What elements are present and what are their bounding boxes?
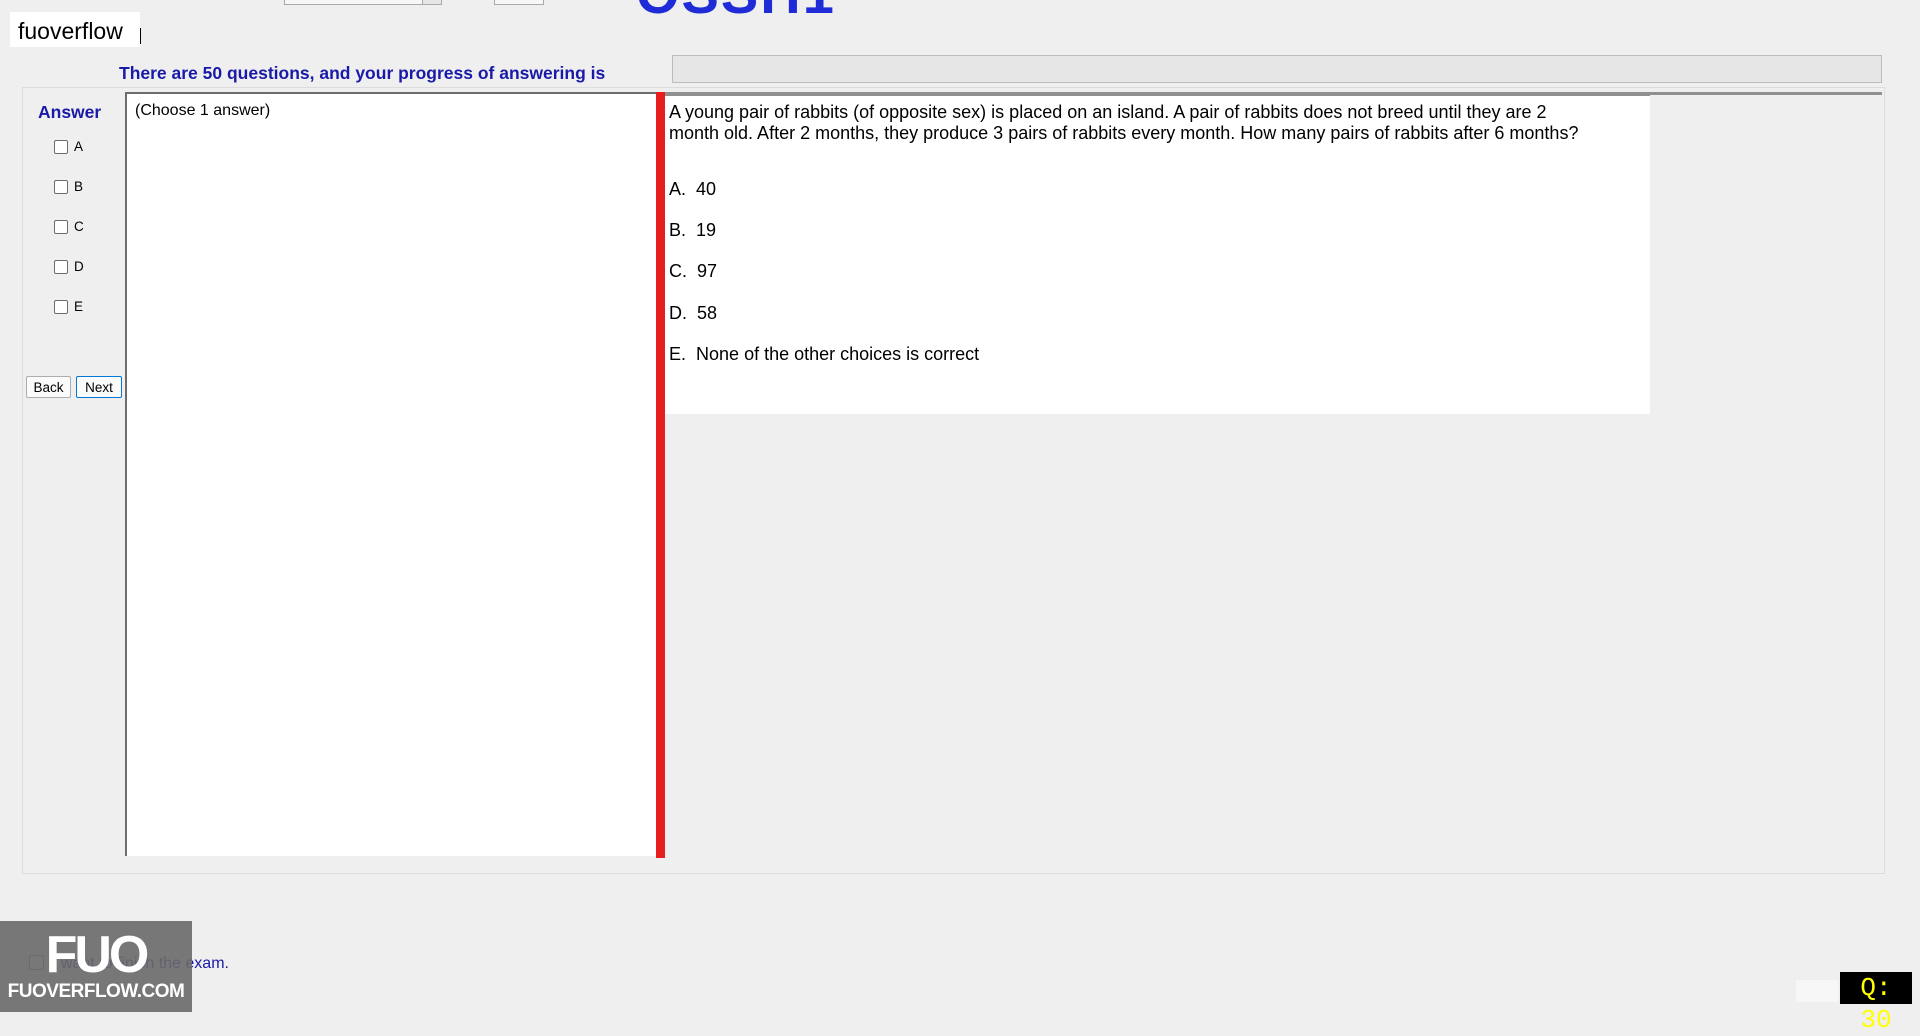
- choice-c: C. 97: [669, 261, 717, 282]
- panel-splitter[interactable]: [656, 92, 665, 858]
- exam-code-title: OSSH1: [636, 0, 836, 22]
- choice-e: E. None of the other choices is correct: [669, 344, 979, 365]
- choice-d-text: 58: [697, 303, 718, 323]
- text-caret: [140, 28, 141, 44]
- back-button[interactable]: Back: [26, 376, 71, 398]
- option-b-checkbox[interactable]: [54, 179, 68, 194]
- option-a-checkbox[interactable]: [54, 139, 68, 154]
- choice-c-text: 97: [697, 261, 718, 281]
- fuo-logo: FUO FUOVERFLOW.COM: [0, 921, 192, 1012]
- next-button[interactable]: Next: [76, 376, 122, 398]
- choice-a: A. 40: [669, 179, 716, 200]
- choice-d: D. 58: [669, 303, 717, 324]
- fuo-logo-mark: FUO: [45, 926, 150, 984]
- option-d-label: D: [74, 259, 84, 274]
- answer-panel[interactable]: (Choose 1 answer): [125, 92, 659, 856]
- option-b-label: B: [74, 179, 84, 194]
- choice-a-text: 40: [696, 179, 717, 199]
- progress-text: There are 50 questions, and your progres…: [119, 63, 606, 83]
- choice-b: B. 19: [669, 220, 716, 241]
- option-d[interactable]: D: [54, 259, 84, 274]
- question-counter: Q: 30: [1840, 972, 1912, 1035]
- option-c[interactable]: C: [54, 219, 84, 234]
- answer-title: Answer: [38, 102, 102, 122]
- option-d-checkbox[interactable]: [54, 259, 68, 274]
- option-c-label: C: [74, 219, 84, 234]
- choice-b-text: 19: [696, 220, 717, 240]
- option-e[interactable]: E: [54, 299, 83, 314]
- option-a-label: A: [74, 139, 84, 154]
- option-e-label: E: [74, 299, 84, 314]
- answer-hint: (Choose 1 answer): [135, 102, 271, 119]
- choice-e-text: None of the other choices is correct: [696, 344, 980, 364]
- timer-background: [1796, 980, 1838, 1002]
- top-small-box[interactable]: [494, 0, 544, 5]
- choice-d-letter: D.: [669, 303, 687, 323]
- fuo-logo-text: FUOVERFLOW.COM: [7, 981, 185, 1002]
- choice-e-letter: E.: [669, 344, 687, 364]
- watermark-label: fuoverflow: [10, 12, 140, 47]
- choice-b-letter: B.: [669, 220, 687, 240]
- choice-c-letter: C.: [669, 261, 687, 281]
- option-b[interactable]: B: [54, 179, 83, 194]
- question-panel: A young pair of rabbits (of opposite sex…: [665, 92, 1650, 414]
- option-c-checkbox[interactable]: [54, 219, 68, 234]
- top-combo-box[interactable]: [284, 0, 442, 5]
- choice-a-letter: A.: [669, 179, 687, 199]
- question-panel-border: [1650, 92, 1882, 95]
- question-text: A young pair of rabbits (of opposite sex…: [669, 102, 1579, 143]
- option-e-checkbox[interactable]: [54, 299, 68, 314]
- progress-bar: [672, 55, 1882, 83]
- option-a[interactable]: A: [54, 139, 83, 154]
